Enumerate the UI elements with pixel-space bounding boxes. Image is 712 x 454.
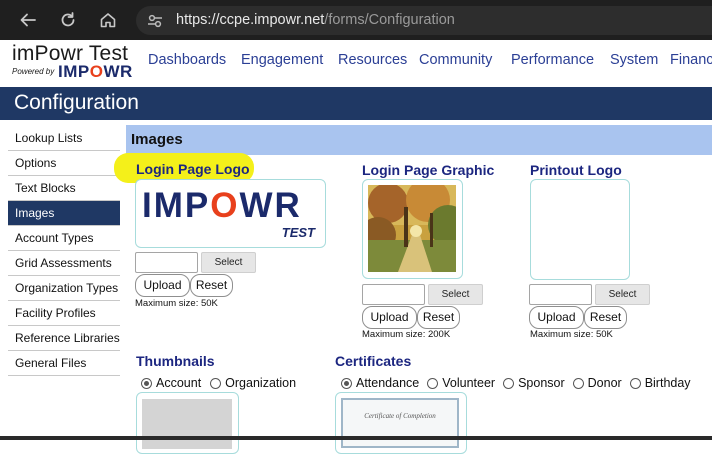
radio-organization[interactable] bbox=[210, 377, 222, 389]
sidebar-item-organization-types[interactable]: Organization Types bbox=[8, 276, 120, 301]
nav-community[interactable]: Community bbox=[419, 52, 511, 68]
home-icon[interactable] bbox=[96, 8, 120, 32]
radio-account[interactable] bbox=[141, 377, 152, 389]
login-graphic-upload-button[interactable]: Upload bbox=[362, 306, 417, 329]
window-bottom-edge bbox=[0, 436, 712, 440]
page-title-bar: Configuration bbox=[0, 87, 712, 120]
reload-icon[interactable] bbox=[56, 8, 80, 32]
sidebar-item-reference-libraries[interactable]: Reference Libraries bbox=[8, 326, 120, 351]
login-page-logo-title: Login Page Logo bbox=[136, 161, 250, 177]
nav-system[interactable]: System bbox=[610, 52, 670, 68]
login-logo-upload-button[interactable]: Upload bbox=[135, 274, 190, 297]
sidebar-item-options[interactable]: Options bbox=[8, 151, 120, 176]
radio-attendance[interactable] bbox=[341, 377, 352, 389]
login-logo-max-size: Maximum size: 50K bbox=[135, 298, 218, 309]
nav-resources[interactable]: Resources bbox=[338, 52, 419, 68]
radio-sponsor-label: Sponsor bbox=[518, 376, 565, 390]
nav-engagement[interactable]: Engagement bbox=[241, 52, 338, 68]
sidebar-item-grid-assessments[interactable]: Grid Assessments bbox=[8, 251, 120, 276]
address-bar[interactable]: https://ccpe.impowr.net/forms/Configurat… bbox=[136, 6, 712, 35]
radio-attendance-label: Attendance bbox=[356, 376, 420, 390]
login-graphic-select-button[interactable]: Select bbox=[428, 284, 483, 305]
top-navigation: Dashboards Engagement Resources Communit… bbox=[148, 52, 712, 68]
certificate-image: Certificate of Completion bbox=[341, 398, 459, 448]
page-title: Configuration bbox=[14, 91, 139, 114]
radio-volunteer[interactable] bbox=[427, 377, 439, 389]
sidebar-item-general-files[interactable]: General Files bbox=[8, 351, 120, 376]
impowr-logo-image: IMPOWR bbox=[142, 186, 302, 225]
radio-birthday-label: Birthday bbox=[644, 376, 691, 390]
thumbnails-title: Thumbnails bbox=[136, 353, 215, 369]
site-header: imPowr Test Powered by IMPOWR Dashboards… bbox=[0, 40, 712, 87]
back-arrow-icon[interactable] bbox=[16, 8, 40, 32]
sidebar-item-lookup-lists[interactable]: Lookup Lists bbox=[8, 126, 120, 151]
sidebar-item-text-blocks[interactable]: Text Blocks bbox=[8, 176, 120, 201]
config-sidebar: Lookup Lists Options Text Blocks Images … bbox=[8, 126, 120, 376]
site-info-icon[interactable] bbox=[146, 12, 164, 30]
brand-logo: IMPOWR bbox=[58, 62, 133, 81]
thumbnail-preview bbox=[136, 392, 239, 454]
login-graphic-preview bbox=[362, 179, 463, 279]
radio-sponsor[interactable] bbox=[503, 377, 515, 389]
thumbnail-type-options: Account Organization bbox=[135, 376, 296, 390]
login-graphic-file-field[interactable] bbox=[362, 284, 425, 305]
nav-performance[interactable]: Performance bbox=[511, 52, 610, 68]
radio-account-label: Account bbox=[156, 376, 202, 390]
login-logo-file-field[interactable] bbox=[135, 252, 198, 273]
printout-logo-file-field[interactable] bbox=[529, 284, 592, 305]
logo-test-label: TEST bbox=[281, 225, 315, 240]
login-graphic-reset-button[interactable]: Reset bbox=[417, 306, 460, 329]
login-logo-reset-button[interactable]: Reset bbox=[190, 274, 233, 297]
printout-logo-select-button[interactable]: Select bbox=[595, 284, 650, 305]
certificate-caption: Certificate of Completion bbox=[364, 412, 436, 420]
nav-dashboards[interactable]: Dashboards bbox=[148, 52, 241, 68]
certificates-title: Certificates bbox=[335, 353, 412, 369]
printout-logo-upload-button[interactable]: Upload bbox=[529, 306, 584, 329]
certificate-preview: Certificate of Completion bbox=[335, 392, 467, 454]
radio-organization-label: Organization bbox=[225, 376, 297, 390]
printout-logo-max-size: Maximum size: 50K bbox=[530, 329, 613, 340]
login-page-graphic-title: Login Page Graphic bbox=[362, 162, 495, 178]
sidebar-item-account-types[interactable]: Account Types bbox=[8, 226, 120, 251]
radio-donor-label: Donor bbox=[587, 376, 622, 390]
sidebar-item-images[interactable]: Images bbox=[8, 201, 120, 226]
nav-financial[interactable]: Financ bbox=[670, 52, 712, 68]
printout-logo-title: Printout Logo bbox=[530, 162, 622, 178]
images-section-header: Images bbox=[126, 125, 712, 155]
certificate-type-options: Attendance Volunteer Sponsor Donor Birth… bbox=[335, 376, 691, 390]
powered-by-label: Powered by bbox=[12, 67, 55, 76]
radio-volunteer-label: Volunteer bbox=[442, 376, 496, 390]
section-title: Images bbox=[131, 131, 183, 148]
radio-donor[interactable] bbox=[572, 377, 584, 389]
radio-birthday[interactable] bbox=[629, 377, 641, 389]
url-text: https://ccpe.impowr.net/forms/Configurat… bbox=[176, 12, 455, 28]
printout-logo-preview bbox=[530, 179, 630, 280]
thumbnail-placeholder bbox=[142, 399, 232, 449]
printout-logo-reset-button[interactable]: Reset bbox=[584, 306, 627, 329]
sidebar-item-facility-profiles[interactable]: Facility Profiles bbox=[8, 301, 120, 326]
login-logo-preview: IMPOWR TEST bbox=[135, 179, 326, 248]
login-logo-select-button[interactable]: Select bbox=[201, 252, 256, 273]
login-graphic-max-size: Maximum size: 200K bbox=[362, 329, 451, 340]
browser-toolbar: https://ccpe.impowr.net/forms/Configurat… bbox=[0, 0, 712, 40]
forest-path-image bbox=[368, 185, 456, 272]
